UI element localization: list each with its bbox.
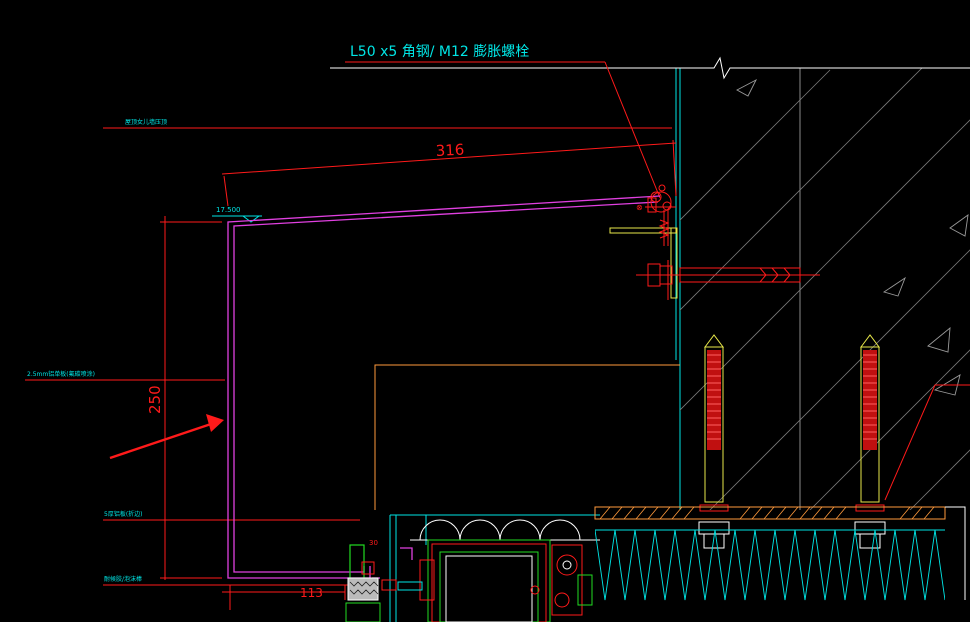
slab-hatch-band [594,506,966,600]
label-parapet-coping: 屋顶女儿墙压顶 [125,118,167,126]
threaded-anchor-rod [854,334,886,549]
back-frame-outline [374,364,680,510]
dimension-113: 113 [222,585,346,610]
cad-drawing-canvas: L50 x5 角钢/ M12 膨胀螺栓 屋顶女儿墙压顶 2.5mm铝单板(氟碳喷… [25,43,970,622]
window-frame-profile [419,539,593,622]
level-marker: 17.500 [212,206,262,223]
label-aluminium-plate: 5厚铝板(折边) [104,510,143,518]
aggregate-triangle [882,276,906,297]
sealant-foam-block: 30 [345,539,423,622]
water-flow-arrow [109,414,224,460]
leader-line-right [884,384,970,501]
break-line [330,56,970,80]
expansion-bolt [636,260,820,300]
concrete-wall [675,68,970,510]
svg-text:250: 250 [146,385,164,414]
angle-steel-bracket [609,227,678,299]
svg-text:17.500: 17.500 [216,206,241,214]
label-aluminium-panel: 2.5mm铝单板(氟碳喷涂) [27,370,95,378]
svg-text:316: 316 [435,141,465,160]
zigzag-grille [595,529,945,601]
svg-text:113: 113 [300,586,323,600]
label-sealant: 耐候胶/泡沫棒 [104,575,142,583]
dimension-316: 316 [221,139,677,207]
callout-angle-steel-bolt: L50 x5 角钢/ M12 膨胀螺栓 [350,43,529,60]
dimension-250: 250 [146,216,222,580]
svg-text:⊗: ⊗ [636,203,643,212]
svg-text:30: 30 [369,539,378,547]
insulation-scallops [410,519,600,541]
anchor-bolt-cluster: ⊗ [636,184,676,246]
aggregate-triangle [927,326,951,353]
aggregate-triangle [949,214,969,237]
aggregate-triangle [736,78,758,97]
threaded-anchor-rod [698,334,730,549]
